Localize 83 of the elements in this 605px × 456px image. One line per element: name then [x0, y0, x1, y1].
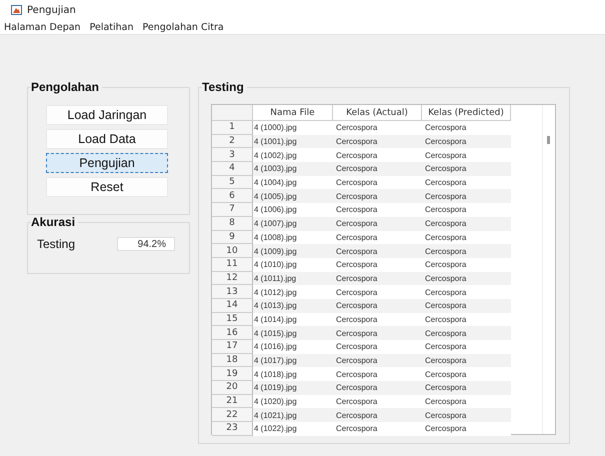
row-header: 7 — [212, 203, 253, 217]
table-cell: Cercospora — [333, 312, 422, 326]
menu-item[interactable]: Pengolahan Citra — [142, 22, 224, 32]
table-cell: Cercospora — [422, 422, 511, 436]
menu-item[interactable]: Halaman Depan — [4, 22, 81, 32]
table-cell: Cercospora — [333, 298, 422, 313]
table-cell: Cercospora — [422, 230, 511, 244]
accuracy-label: Testing — [37, 237, 76, 251]
table-cell: 4 (1001).jpg — [253, 134, 333, 148]
action-button[interactable]: Pengujian — [46, 153, 168, 173]
table-cell: Cercospora — [422, 162, 511, 176]
action-button[interactable]: Load Data — [46, 129, 168, 149]
table-cell: Cercospora — [333, 381, 422, 395]
table-cell: Cercospora — [422, 408, 511, 422]
row-header: 9 — [212, 230, 253, 244]
menu-item[interactable]: Pelatihan — [90, 22, 134, 32]
table-cell: Cercospora — [422, 312, 511, 326]
table-cell: Cercospora — [333, 422, 422, 436]
accuracy-field: 94.2% — [117, 237, 175, 251]
table-cell: Cercospora — [333, 189, 422, 204]
scroll-thumb[interactable] — [547, 136, 550, 144]
table-cell: Cercospora — [333, 408, 422, 422]
table-cell: 4 (1015).jpg — [253, 326, 333, 340]
row-header: 5 — [212, 176, 253, 190]
table-cell: Cercospora — [422, 216, 511, 230]
table-cell: Cercospora — [333, 272, 422, 286]
panel-title: Pengolahan — [31, 80, 102, 94]
table-cell: Cercospora — [333, 134, 422, 148]
row-header: 18 — [212, 354, 253, 368]
app-icon — [11, 5, 22, 15]
table-cell: Cercospora — [333, 354, 422, 368]
table-cell: Cercospora — [333, 244, 422, 258]
row-header: 20 — [212, 381, 253, 395]
row-header: 10 — [212, 244, 253, 258]
table-cell: 4 (1021).jpg — [253, 408, 333, 422]
column-header[interactable]: Kelas (Actual) — [333, 105, 422, 121]
panel-title: Akurasi — [31, 215, 78, 229]
table-cell: 4 (1022).jpg — [253, 422, 333, 436]
row-header: 3 — [212, 148, 253, 162]
row-header: 4 — [212, 162, 253, 176]
table-cell: 4 (1009).jpg — [253, 244, 333, 258]
window-title: Pengujian — [27, 4, 76, 16]
table-cell: Cercospora — [422, 381, 511, 395]
table-cell: 4 (1005).jpg — [253, 189, 333, 204]
action-button[interactable]: Reset — [46, 177, 168, 197]
row-header: 14 — [212, 298, 253, 313]
row-header: 21 — [212, 394, 253, 408]
table-cell: Cercospora — [422, 189, 511, 204]
table-cell: 4 (1019).jpg — [253, 381, 333, 395]
table-cell: Cercospora — [333, 230, 422, 244]
row-header: 15 — [212, 312, 253, 326]
row-header: 2 — [212, 134, 253, 148]
row-header: 19 — [212, 367, 253, 382]
table-cell: Cercospora — [422, 244, 511, 258]
row-header: 16 — [212, 326, 253, 340]
row-header: 12 — [212, 272, 253, 286]
table-cell: Cercospora — [422, 272, 511, 286]
table-cell: Cercospora — [422, 354, 511, 368]
row-header: 13 — [212, 285, 253, 299]
table-cell: Cercospora — [333, 216, 422, 230]
row-header: 23 — [212, 422, 253, 436]
table-cell: 4 (1017).jpg — [253, 354, 333, 368]
column-header[interactable]: Kelas (Predicted) — [422, 105, 511, 121]
panel-title: Testing — [202, 80, 247, 94]
table-cell: 4 (1007).jpg — [253, 216, 333, 230]
row-header: 17 — [212, 340, 253, 354]
table-cell: Cercospora — [422, 134, 511, 148]
table-cell: 4 (1003).jpg — [253, 162, 333, 176]
table-cell: Cercospora — [422, 298, 511, 313]
table-cell: Cercospora — [333, 326, 422, 340]
row-header: 6 — [212, 189, 253, 204]
action-button[interactable]: Load Jaringan — [46, 105, 168, 125]
table-cell: 4 (1013).jpg — [253, 298, 333, 313]
table-cell: 4 (1011).jpg — [253, 272, 333, 286]
table-cell: 4 (1008).jpg — [253, 230, 333, 244]
table-cell: Cercospora — [422, 326, 511, 340]
row-header: 11 — [212, 258, 253, 272]
table-cell: 4 (1014).jpg — [253, 312, 333, 326]
column-header[interactable]: Nama File — [253, 105, 333, 121]
row-header: 8 — [212, 216, 253, 230]
row-header: 22 — [212, 408, 253, 422]
row-header: 1 — [212, 121, 253, 135]
table-cell: Cercospora — [333, 162, 422, 176]
